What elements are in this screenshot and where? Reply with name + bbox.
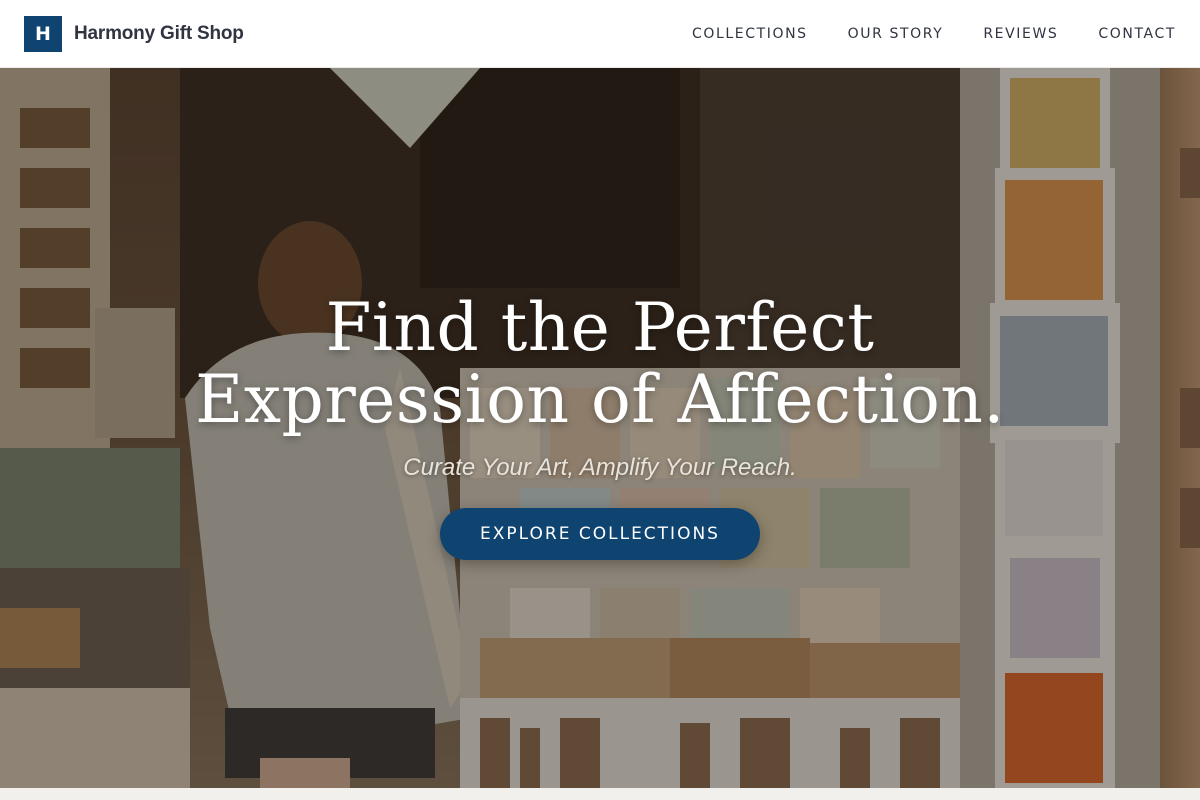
hero-headline-line-1: Find the Perfect xyxy=(325,289,875,366)
brand-name[interactable]: Harmony Gift Shop xyxy=(74,23,244,45)
explore-collections-button[interactable]: EXPLORE COLLECTIONS xyxy=(440,508,760,560)
logo-icon[interactable]: H xyxy=(24,15,62,52)
page-bottom-strip xyxy=(0,788,1200,800)
hero-headline: Find the Perfect Expression of Affection… xyxy=(0,292,1200,436)
hero-content: Find the Perfect Expression of Affection… xyxy=(0,292,1200,560)
nav-reviews[interactable]: REVIEWS xyxy=(983,26,1058,42)
hero-section: Find the Perfect Expression of Affection… xyxy=(0,68,1200,788)
site-header: H Harmony Gift Shop COLLECTIONS OUR STOR… xyxy=(0,0,1200,68)
hero-tagline: Curate Your Art, Amplify Your Reach. xyxy=(403,454,797,481)
brand[interactable]: H Harmony Gift Shop xyxy=(24,15,244,52)
nav-collections[interactable]: COLLECTIONS xyxy=(692,26,808,42)
hero-headline-line-2: Expression of Affection. xyxy=(195,361,1005,438)
main-nav: COLLECTIONS OUR STORY REVIEWS CONTACT xyxy=(692,26,1176,42)
nav-contact[interactable]: CONTACT xyxy=(1098,26,1176,42)
nav-our-story[interactable]: OUR STORY xyxy=(848,26,944,42)
